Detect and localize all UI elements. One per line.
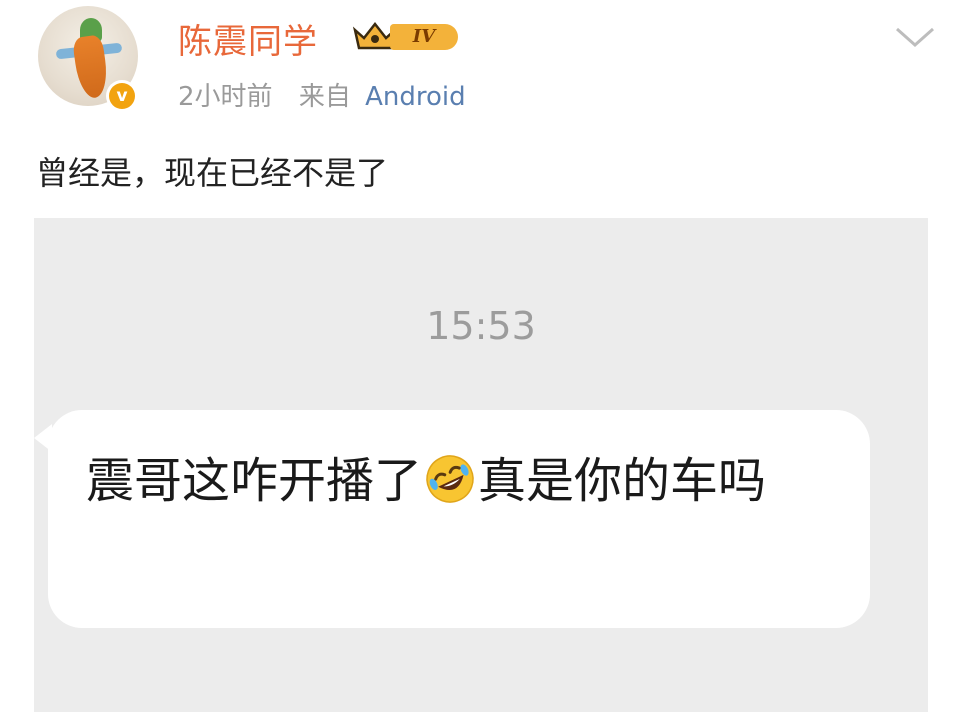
- source-app[interactable]: Android: [365, 82, 466, 112]
- post-text: 曾经是，现在已经不是了: [36, 154, 389, 192]
- level-badge[interactable]: IV: [352, 18, 464, 56]
- verified-v-glyph: v: [109, 83, 135, 109]
- chat-bubble: 震哥这咋开播了 真是你的车吗: [48, 410, 870, 628]
- chat-message: 震哥这咋开播了 真是你的车吗: [86, 444, 846, 518]
- post-time: 2小时前: [178, 82, 273, 112]
- chat-message-part2: 真是你的车吗: [478, 453, 767, 509]
- post-meta: 2小时前 来自 Android: [178, 76, 466, 113]
- rolling-on-floor-laughing-icon: [426, 455, 474, 503]
- chat-timestamp: 15:53: [426, 304, 536, 348]
- source-prefix: 来自: [298, 82, 351, 112]
- chevron-down-icon[interactable]: [894, 24, 936, 50]
- post-image[interactable]: 15:53 震哥这咋开播了 真是你的车吗: [34, 218, 928, 712]
- level-label: IV: [390, 24, 458, 50]
- chat-message-part1: 震哥这咋开播了: [86, 453, 423, 509]
- author-name[interactable]: 陈震同学: [178, 14, 318, 63]
- verified-icon: v: [106, 80, 138, 112]
